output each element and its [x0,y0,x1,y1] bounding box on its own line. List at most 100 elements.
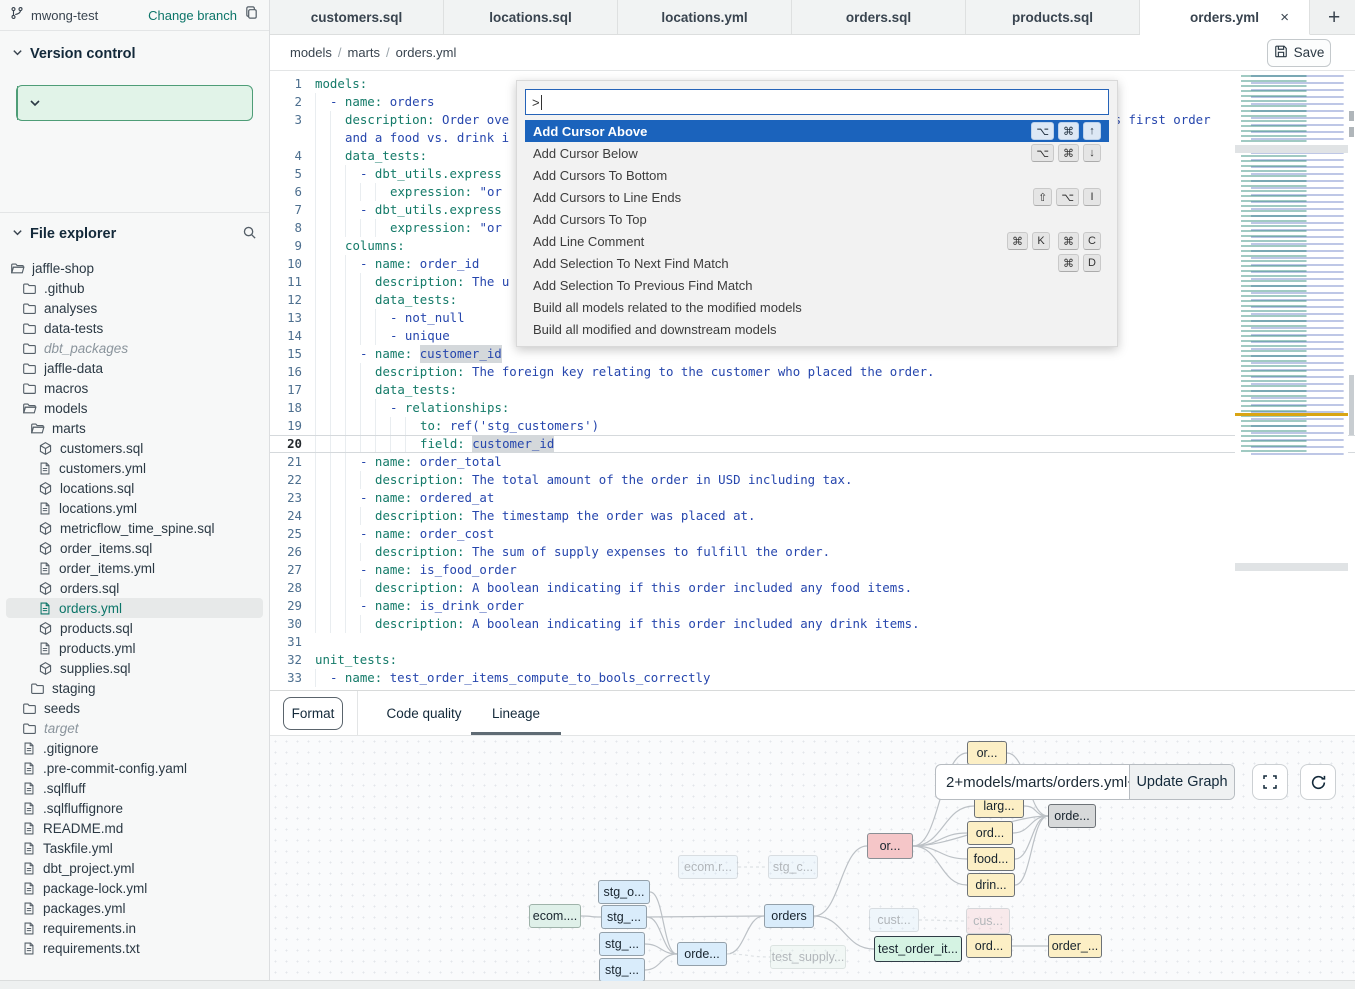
update-graph-button[interactable]: Update Graph [1129,765,1234,799]
tree-item-jaffle-data[interactable]: jaffle-data [0,358,269,378]
lineage-node-ecom-r-[interactable]: ecom.r... [678,855,738,879]
tab-orders-sql[interactable]: orders.sql [792,0,966,34]
tree-item-models[interactable]: models [0,398,269,418]
command-item-add-cursors-to-top[interactable]: Add Cursors To Top [525,208,1109,230]
tree-item-products-sql[interactable]: products.sql [0,618,269,638]
code-line-15[interactable]: 15- name: customer_id [270,345,1355,363]
lineage-node-orde-[interactable]: orde... [1048,804,1096,828]
command-item-add-cursors-to-line-ends[interactable]: Add Cursors to Line Ends⇧⌥I [525,186,1109,208]
tab-code-quality[interactable]: Code quality [378,691,470,735]
code-line-25[interactable]: 25- name: order_cost [270,525,1355,543]
tab-orders-yml[interactable]: orders.yml× [1140,0,1310,35]
lineage-node-stg-[interactable]: stg_... [599,932,645,956]
tab-locations-sql[interactable]: locations.sql [444,0,618,34]
tree-item-customers-yml[interactable]: customers.yml [0,458,269,478]
tree-item-seeds[interactable]: seeds [0,698,269,718]
lineage-node-stg-[interactable]: stg_... [601,905,647,929]
copy-icon[interactable] [244,5,259,25]
breadcrumb-part[interactable]: models [290,45,332,60]
lineage-node-stg-o-[interactable]: stg_o... [598,880,650,904]
command-item-add-cursor-above[interactable]: Add Cursor Above⌥⌘↑ [525,120,1109,142]
tree-item-dbt-project-yml[interactable]: dbt_project.yml [0,858,269,878]
tree-item-metricflow-time-spine-sql[interactable]: metricflow_time_spine.sql [0,518,269,538]
lineage-node-drin-[interactable]: drin... [967,873,1015,897]
tree-item-packages-yml[interactable]: packages.yml [0,898,269,918]
code-line-24[interactable]: 24description: The timestamp the order w… [270,507,1355,525]
tree-item--sqlfluffignore[interactable]: .sqlfluffignore [0,798,269,818]
tab-products-sql[interactable]: products.sql [966,0,1140,34]
tab-locations-yml[interactable]: locations.yml [618,0,792,34]
lineage-node-test-supply-[interactable]: test_supply... [770,945,846,969]
change-branch-link[interactable]: Change branch [148,8,237,23]
tree-item-staging[interactable]: staging [0,678,269,698]
tree-item-marts[interactable]: marts [0,418,269,438]
code-line-17[interactable]: 17data_tests: [270,381,1355,399]
code-line-29[interactable]: 29- name: is_drink_order [270,597,1355,615]
lineage-node-or-[interactable]: or... [967,741,1007,765]
code-line-31[interactable]: 31 [270,633,1355,651]
code-line-26[interactable]: 26description: The sum of supply expense… [270,543,1355,561]
breadcrumb-part[interactable]: marts [348,45,381,60]
code-line-27[interactable]: 27- name: is_food_order [270,561,1355,579]
code-line-20[interactable]: 20field: customer_id [270,435,1355,453]
command-palette-input[interactable]: > [525,89,1109,115]
tree-item-requirements-in[interactable]: requirements.in [0,918,269,938]
search-icon[interactable] [242,225,257,244]
tree-item-customers-sql[interactable]: customers.sql [0,438,269,458]
tree-item--github[interactable]: .github [0,278,269,298]
new-tab-button[interactable]: + [1328,7,1340,28]
fullscreen-button[interactable] [1252,764,1288,800]
close-icon[interactable]: × [1280,9,1289,26]
tree-item-products-yml[interactable]: products.yml [0,638,269,658]
tree-item-locations-sql[interactable]: locations.sql [0,478,269,498]
command-item-add-line-comment[interactable]: Add Line Comment⌘K⌘C [525,230,1109,252]
tree-item-orders-yml[interactable]: orders.yml [6,598,263,618]
tree-item-order-items-sql[interactable]: order_items.sql [0,538,269,558]
tree-item-orders-sql[interactable]: orders.sql [0,578,269,598]
tab-customers-sql[interactable]: customers.sql [270,0,444,34]
lineage-node-or-[interactable]: or... [867,833,913,859]
code-line-28[interactable]: 28description: A boolean indicating if t… [270,579,1355,597]
lineage-node-cust-[interactable]: cust... [869,908,919,932]
code-line-21[interactable]: 21- name: order_total [270,453,1355,471]
refresh-button[interactable] [1300,764,1336,800]
tree-item-taskfile-yml[interactable]: Taskfile.yml [0,838,269,858]
lineage-node-cus-[interactable]: cus... [966,908,1010,934]
lineage-node-order-[interactable]: order_... [1048,934,1102,958]
file-explorer-header[interactable]: File explorer [0,222,269,246]
editor-scrollbar[interactable] [1348,75,1355,455]
lineage-selector-input[interactable]: 2+models/marts/orders.yml+ [936,765,1129,799]
format-button[interactable]: Format [283,697,343,730]
lineage-node-stg-[interactable]: stg_... [599,958,645,981]
tree-item--pre-commit-config-yaml[interactable]: .pre-commit-config.yaml [0,758,269,778]
code-line-23[interactable]: 23- name: ordered_at [270,489,1355,507]
code-line-19[interactable]: 19to: ref('stg_customers') [270,417,1355,435]
code-line-16[interactable]: 16description: The foreign key relating … [270,363,1355,381]
command-item-add-cursors-to-bottom[interactable]: Add Cursors To Bottom [525,164,1109,186]
tree-item-supplies-sql[interactable]: supplies.sql [0,658,269,678]
tree-item-requirements-txt[interactable]: requirements.txt [0,938,269,958]
command-item-add-selection-to-next-find-match[interactable]: Add Selection To Next Find Match⌘D [525,252,1109,274]
lineage-node-orde-[interactable]: orde... [677,942,727,966]
code-line-32[interactable]: 32unit_tests: [270,651,1355,669]
save-button[interactable]: Save [1267,39,1331,67]
tree-item-jaffle-shop[interactable]: jaffle-shop [0,258,269,278]
tree-item-target[interactable]: target [0,718,269,738]
tree-item-dbt-packages[interactable]: dbt_packages [0,338,269,358]
version-control-header[interactable]: Version control [0,42,269,66]
lineage-node-ord-[interactable]: ord... [966,934,1012,958]
create-pr-button[interactable]: Create a pull request on Git... [16,85,253,121]
command-item-build-all-models-related-to-the-modified-models[interactable]: Build all models related to the modified… [525,296,1109,318]
lineage-node-ord-[interactable]: ord... [967,821,1013,845]
horizontal-scroll-track[interactable] [0,980,1355,989]
tree-item--sqlfluff[interactable]: .sqlfluff [0,778,269,798]
tree-item-locations-yml[interactable]: locations.yml [0,498,269,518]
code-line-30[interactable]: 30description: A boolean indicating if t… [270,615,1355,633]
lineage-node-stg-c-[interactable]: stg_c... [768,855,818,879]
command-item-add-selection-to-previous-find-match[interactable]: Add Selection To Previous Find Match [525,274,1109,296]
breadcrumb-part[interactable]: orders.yml [396,45,457,60]
tree-item-macros[interactable]: macros [0,378,269,398]
minimap[interactable] [1235,75,1348,455]
command-item-add-cursor-below[interactable]: Add Cursor Below⌥⌘↓ [525,142,1109,164]
lineage-node-orders[interactable]: orders [764,904,814,928]
